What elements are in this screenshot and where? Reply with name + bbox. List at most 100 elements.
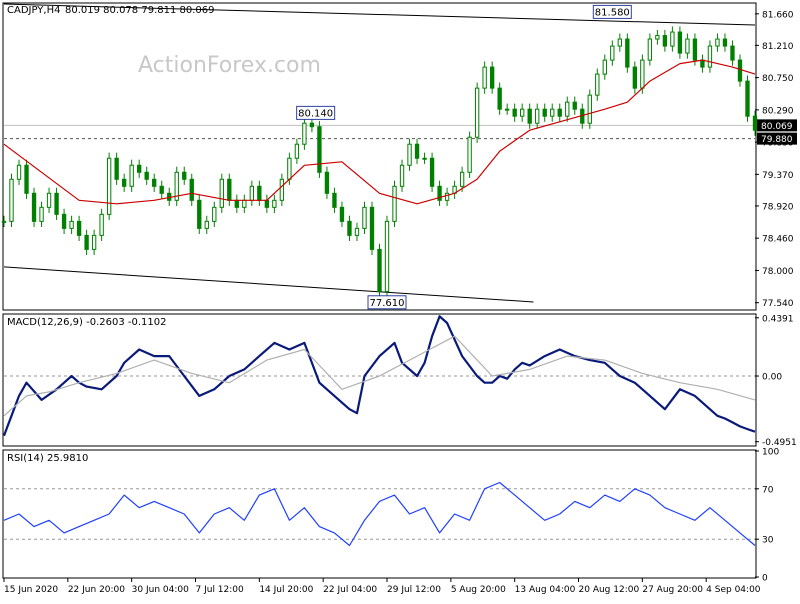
candle-body bbox=[54, 192, 59, 215]
price-tag-label: 79.880 bbox=[761, 135, 793, 145]
candle-body bbox=[294, 143, 300, 159]
candle-body bbox=[632, 66, 638, 89]
x-tick-label: 5 Aug 20:00 bbox=[451, 585, 506, 595]
candle-body bbox=[640, 59, 645, 89]
candle-body bbox=[737, 59, 743, 82]
candle-body bbox=[595, 73, 600, 96]
macd-title: MACD(12,26,9) -0.2603 -0.1102 bbox=[7, 317, 167, 328]
candle-body bbox=[407, 143, 412, 166]
candle-body bbox=[76, 220, 82, 236]
candle-body bbox=[204, 220, 209, 229]
candle-body bbox=[520, 108, 525, 117]
candle-body bbox=[279, 178, 285, 201]
candle-body bbox=[392, 185, 397, 222]
candle-body bbox=[670, 31, 675, 47]
candle-body bbox=[384, 220, 390, 292]
candle-body bbox=[730, 45, 735, 61]
candle-body bbox=[302, 122, 307, 145]
candle-body bbox=[9, 178, 14, 222]
candle-body bbox=[700, 59, 705, 68]
candle-body bbox=[16, 164, 22, 180]
candle-body bbox=[114, 157, 119, 180]
candle-body bbox=[474, 87, 480, 138]
candle-body bbox=[414, 143, 420, 159]
candle-body bbox=[504, 108, 510, 111]
candle-body bbox=[429, 157, 435, 187]
candle-body bbox=[482, 66, 487, 89]
x-tick-label: 4 Sep 04:00 bbox=[706, 585, 761, 595]
candle-body bbox=[550, 108, 555, 117]
candle-body bbox=[512, 108, 517, 117]
candle-body bbox=[347, 220, 352, 236]
price-y-tick-label: 78.460 bbox=[762, 235, 794, 245]
candle-body bbox=[752, 115, 758, 131]
candle-body bbox=[489, 66, 495, 89]
candle-body bbox=[399, 164, 405, 187]
candle-body bbox=[234, 199, 239, 208]
candle-body bbox=[159, 185, 164, 194]
candle-body bbox=[309, 122, 315, 128]
candle-body bbox=[197, 199, 202, 229]
candle-body bbox=[444, 192, 450, 201]
price-y-tick-label: 81.210 bbox=[762, 42, 794, 52]
candle-body bbox=[587, 94, 592, 124]
rsi-y-tick-label: 100 bbox=[762, 448, 779, 458]
candle-body bbox=[647, 38, 653, 61]
candle-body bbox=[535, 108, 540, 124]
candle-body bbox=[459, 171, 465, 187]
x-tick-label: 22 Jun 20:00 bbox=[68, 585, 125, 595]
candle-body bbox=[84, 234, 89, 250]
x-tick-label: 27 Aug 20:00 bbox=[642, 585, 703, 595]
candle-body bbox=[422, 157, 427, 160]
price-annotation-label: 80.140 bbox=[298, 108, 333, 119]
x-tick-label: 7 Jul 12:00 bbox=[196, 585, 245, 595]
x-tick-label: 13 Aug 04:00 bbox=[515, 585, 576, 595]
x-tick-label: 15 Jun 2020 bbox=[4, 585, 58, 595]
x-tick-label: 29 Jul 12:00 bbox=[387, 585, 441, 595]
candle-body bbox=[527, 108, 532, 124]
candle-body bbox=[332, 192, 337, 208]
rsi-y-tick-label: 30 bbox=[762, 536, 774, 546]
candle-body bbox=[39, 206, 44, 222]
candle-body bbox=[467, 136, 472, 173]
rsi-title: RSI(14) 25.9810 bbox=[7, 453, 88, 464]
candle-body bbox=[745, 80, 750, 117]
header-symbol: CADJPY,H4 bbox=[7, 5, 60, 16]
candle-body bbox=[722, 38, 728, 47]
candle-body bbox=[715, 38, 720, 47]
candle-body bbox=[557, 108, 562, 117]
candle-body bbox=[91, 234, 97, 250]
candle-body bbox=[369, 206, 375, 250]
candle-body bbox=[625, 38, 630, 68]
candle-body bbox=[692, 38, 698, 61]
candle-body bbox=[362, 206, 367, 229]
price-tag-label: 80.069 bbox=[761, 122, 793, 132]
candle-body bbox=[565, 101, 570, 117]
candle-body bbox=[182, 171, 187, 180]
candle-body bbox=[212, 206, 217, 222]
candle-body bbox=[242, 199, 247, 208]
candle-body bbox=[61, 213, 67, 229]
watermark: ActionForex.com bbox=[138, 53, 321, 78]
price-annotation-label: 77.610 bbox=[370, 298, 405, 309]
x-tick-label: 22 Jul 04:00 bbox=[323, 585, 377, 595]
candle-body bbox=[1, 220, 7, 223]
candle-body bbox=[497, 87, 502, 110]
candle-body bbox=[152, 178, 157, 187]
candle-body bbox=[707, 45, 713, 68]
rsi-y-tick-label: 70 bbox=[762, 485, 774, 495]
candle-body bbox=[287, 157, 292, 180]
candle-body bbox=[339, 206, 345, 222]
chart-canvas[interactable]: ActionForex.com CADJPY,H4 80.019 80.078 … bbox=[0, 0, 800, 600]
candle-body bbox=[24, 164, 29, 194]
candle-body bbox=[685, 38, 690, 54]
candle-body bbox=[137, 164, 142, 173]
candle-body bbox=[542, 108, 547, 117]
x-tick-label: 14 Jul 20:00 bbox=[259, 585, 313, 595]
candle-body bbox=[227, 178, 232, 201]
candle-body bbox=[99, 213, 104, 236]
candle-body bbox=[324, 171, 330, 194]
candle-body bbox=[189, 178, 194, 201]
price-y-tick-label: 80.290 bbox=[762, 106, 794, 116]
rsi-panel-frame bbox=[2, 449, 757, 579]
